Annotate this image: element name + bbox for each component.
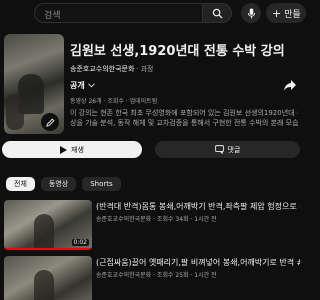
video-duration: 0:02 — [71, 239, 89, 246]
play-all-button[interactable]: 재생 — [2, 141, 142, 158]
video-title[interactable]: (반격대 반격)몸통 봉쇄,어깨박기 반격,좌측팔 제압 험정으로 누르... — [96, 201, 300, 212]
create-label: 만들 — [284, 9, 301, 20]
watch-progress-fill — [4, 248, 92, 250]
watch-progress-bar — [4, 248, 92, 250]
create-button[interactable]: + 만들 — [266, 3, 306, 23]
video-list-item[interactable]: (근접싸움)끌어 옛패리기,팔 비껴넣어 봉쇄,어깨박기로 반격 #전... 송… — [4, 256, 300, 300]
thumbnail-figure — [34, 214, 54, 250]
video-meta: 송준호교수의한국문화 · 조회수 25회 · 1시간 전 — [96, 272, 217, 279]
comment-label: 댓글 — [227, 145, 241, 154]
video-thumbnail[interactable] — [4, 256, 92, 300]
chip-videos[interactable]: 동영상 — [40, 177, 77, 191]
mic-icon — [247, 8, 255, 18]
playlist-title: 김원보 선생,1920년대 전통 수박 강의 — [70, 44, 285, 59]
description-line: 이 강의는 현존 한국 최초 무성영화에 포함되어 있는 김원보 선생의1920… — [70, 109, 298, 117]
voice-search-button[interactable] — [241, 3, 261, 23]
playlist-description[interactable]: 이 강의는 현존 한국 최초 무성영화에 포함되어 있는 김원보 선생의1920… — [70, 108, 298, 128]
share-icon[interactable] — [283, 78, 297, 92]
chip-shorts[interactable]: Shorts — [82, 177, 121, 191]
comment-button[interactable]: 댓글 — [155, 141, 300, 158]
plus-icon: + — [272, 6, 282, 20]
visibility-label: 공개 — [70, 81, 85, 90]
filter-chips: 전체 동영상 Shorts — [6, 177, 121, 191]
pencil-icon — [45, 118, 54, 127]
video-list-item[interactable]: 0:02 (반격대 반격)몸통 봉쇄,어깨박기 반격,좌측팔 제압 험정으로 누… — [4, 200, 300, 250]
chevron-down-icon — [87, 83, 95, 88]
search-icon — [212, 8, 223, 19]
comment-icon — [214, 145, 224, 154]
top-bar: 검색 + 만들 — [0, 0, 306, 26]
visibility-dropdown[interactable]: 공개 — [70, 80, 95, 91]
description-line: 상을 기술 분석, 동작 해체 및 교차검증을 통해서 구현한 전통 수박의 본… — [70, 119, 298, 127]
search-placeholder: 검색 — [44, 11, 61, 21]
video-title[interactable]: (근접싸움)끌어 옛패리기,팔 비껴넣어 봉쇄,어깨박기로 반격 #전... — [96, 257, 300, 268]
channel-name[interactable]: 송준호교수의한국문화 — [70, 64, 134, 74]
chip-all[interactable]: 전체 — [6, 177, 35, 191]
video-meta: 송준호교수의한국문화 · 조회수 34회 · 1시간 전 — [96, 216, 217, 223]
edit-thumbnail-button[interactable] — [41, 113, 59, 131]
playlist-meta: 동영상 26개 · 조회수 · 업데이트됨 — [70, 98, 158, 105]
play-icon — [60, 145, 68, 154]
search-button[interactable] — [202, 3, 232, 23]
video-thumbnail[interactable]: 0:02 — [4, 200, 92, 250]
thumbnail-figure — [6, 94, 24, 130]
channel-suffix: · 과정 — [136, 65, 154, 73]
thumbnail-figure — [34, 270, 54, 300]
play-label: 재생 — [71, 145, 84, 154]
